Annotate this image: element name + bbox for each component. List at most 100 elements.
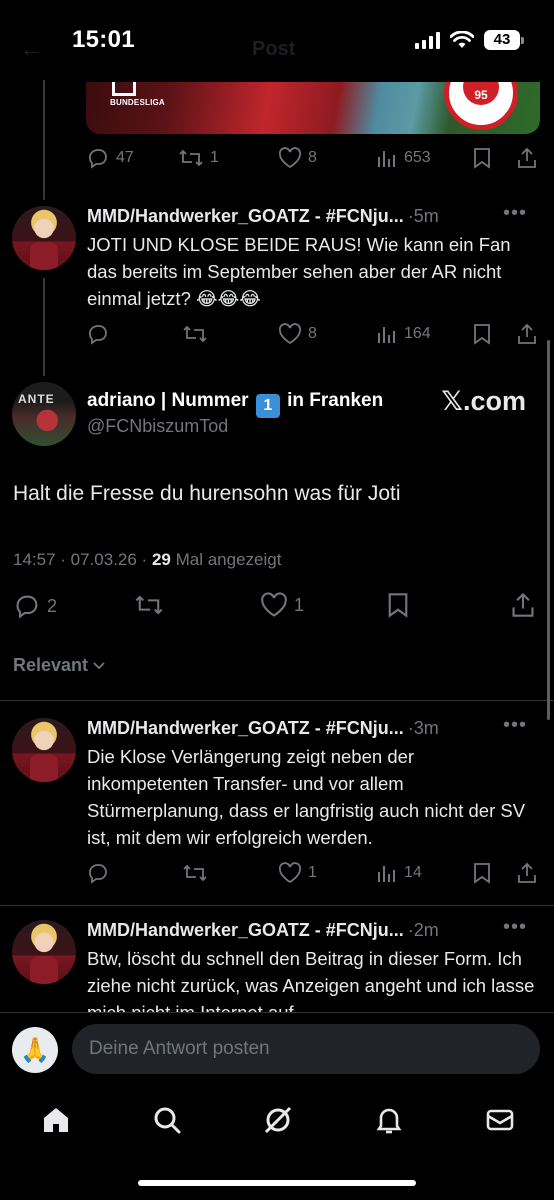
repost-button[interactable]	[182, 323, 208, 345]
author-name-part: adriano | Nummer	[87, 390, 249, 411]
sort-label: Relevant	[13, 655, 89, 675]
wifi-icon	[450, 31, 474, 49]
heart-icon	[278, 323, 302, 345]
main-post-meta: 14:57 · 07.03.26 · 29 Mal angezeigt	[13, 550, 281, 570]
avatar[interactable]	[12, 206, 76, 270]
x-com-watermark: 𝕏.com	[441, 386, 526, 416]
reply-item[interactable]: MMD/Handwerker_GOATZ - #FCNju... ·2m •••…	[0, 916, 554, 1012]
like-button[interactable]: 1	[278, 862, 317, 884]
reply-text: Die Klose Verlängerung zeigt neben der i…	[87, 746, 526, 848]
views-button[interactable]: 164	[376, 323, 431, 345]
share-button[interactable]	[516, 862, 538, 884]
user-avatar[interactable]: 🙏	[12, 1027, 58, 1073]
author-name[interactable]: MMD/Handwerker_GOATZ - #FCNju...	[87, 206, 404, 227]
bookmark-button[interactable]	[472, 323, 492, 345]
more-icon[interactable]: •••	[503, 714, 527, 737]
views-count: 164	[404, 325, 431, 342]
share-icon	[518, 862, 536, 883]
battery-level: 43	[484, 30, 520, 50]
comment-icon	[89, 149, 107, 169]
share-button[interactable]	[516, 323, 538, 345]
reply-button[interactable]: 47	[86, 146, 134, 170]
main-post-author[interactable]: adriano | Nummer 1 in Franken	[87, 390, 383, 418]
reply-header: MMD/Handwerker_GOATZ - #FCNju... ·2m •••	[87, 916, 541, 941]
reply-button[interactable]	[86, 861, 110, 885]
sort-dropdown[interactable]: Relevant	[13, 655, 106, 676]
like-count: 1	[294, 594, 305, 615]
share-icon	[512, 592, 534, 617]
battery-icon: 43	[484, 30, 524, 50]
bookmark-icon	[474, 863, 490, 884]
notifications-icon[interactable]	[369, 1100, 409, 1140]
reply-button[interactable]	[86, 322, 110, 346]
repost-button[interactable]	[182, 862, 208, 884]
main-post-text: Halt die Fresse du hurensohn was für Jot…	[13, 482, 401, 505]
main-post-handle[interactable]: @FCNbiszumTod	[87, 416, 228, 437]
share-button[interactable]	[516, 147, 538, 169]
reply-actions: 1 14	[86, 858, 540, 888]
like-count: 8	[308, 325, 317, 342]
more-icon[interactable]: •••	[503, 202, 527, 225]
reply-count: 47	[116, 149, 134, 166]
like-button[interactable]: 8	[278, 147, 317, 169]
author-name[interactable]: MMD/Handwerker_GOATZ - #FCNju...	[87, 920, 404, 941]
repost-button[interactable]	[134, 592, 164, 618]
media-image[interactable]: BUNDESLIGA 95	[86, 82, 540, 134]
divider	[0, 905, 554, 906]
repost-icon	[183, 864, 207, 882]
comment-icon	[89, 325, 107, 345]
views-icon	[378, 151, 395, 167]
post-timestamp[interactable]: 14:57 · 07.03.26 ·	[13, 550, 147, 569]
share-button[interactable]	[510, 592, 536, 618]
chevron-down-icon	[93, 661, 105, 669]
views-button[interactable]: 14	[376, 862, 422, 884]
comment-icon	[16, 595, 38, 619]
reply-time: ·5m	[407, 206, 439, 226]
reply-button[interactable]: 2	[13, 592, 57, 620]
reply-header: MMD/Handwerker_GOATZ - #FCNju... ·5m •••	[87, 202, 541, 227]
status-bar: ← Post 15:01 43	[0, 0, 554, 80]
keycap-one-emoji: 1	[255, 394, 280, 418]
share-icon	[518, 147, 536, 168]
views-button[interactable]: 653	[376, 147, 431, 169]
views-icon	[378, 327, 395, 343]
avatar[interactable]	[12, 920, 76, 984]
grok-icon[interactable]	[258, 1100, 298, 1140]
heart-icon	[278, 862, 302, 884]
bookmark-button[interactable]	[386, 592, 410, 618]
scrollbar[interactable]	[547, 340, 550, 720]
reply-time: ·3m	[407, 718, 439, 738]
like-button[interactable]: 1	[260, 592, 304, 618]
back-arrow-icon[interactable]: ←	[20, 36, 42, 62]
reply-actions: 8 164	[86, 319, 540, 349]
home-indicator[interactable]	[138, 1180, 416, 1186]
like-count: 8	[308, 149, 317, 166]
reply-count: 2	[47, 595, 58, 616]
page-title: Post	[252, 38, 296, 60]
status-icons: 43	[415, 30, 524, 50]
home-icon[interactable]	[36, 1100, 76, 1140]
repost-icon	[179, 149, 203, 167]
status-time: 15:01	[72, 26, 135, 53]
author-name[interactable]: MMD/Handwerker_GOATZ - #FCNju...	[87, 718, 404, 739]
views-count: 14	[404, 864, 422, 881]
bookmark-icon	[474, 148, 490, 169]
share-icon	[518, 323, 536, 344]
main-post-avatar[interactable]	[12, 382, 76, 446]
reply-input[interactable]	[72, 1024, 540, 1074]
reply-text: Btw, löscht du schnell den Beitrag in di…	[87, 948, 535, 1012]
signal-icon	[415, 31, 440, 49]
view-count: 29	[151, 550, 171, 569]
more-icon[interactable]: •••	[503, 916, 527, 939]
club-badge: 95	[444, 82, 518, 130]
reply-time: ·2m	[407, 920, 439, 940]
like-button[interactable]: 8	[278, 323, 317, 345]
repost-button[interactable]: 1	[178, 147, 219, 169]
repost-count: 1	[210, 149, 219, 166]
messages-icon[interactable]	[480, 1100, 520, 1140]
bookmark-button[interactable]	[472, 147, 492, 169]
bookmark-button[interactable]	[472, 862, 492, 884]
search-icon[interactable]	[147, 1100, 187, 1140]
compose-bar: 🙏	[0, 1012, 554, 1088]
avatar[interactable]	[12, 718, 76, 782]
